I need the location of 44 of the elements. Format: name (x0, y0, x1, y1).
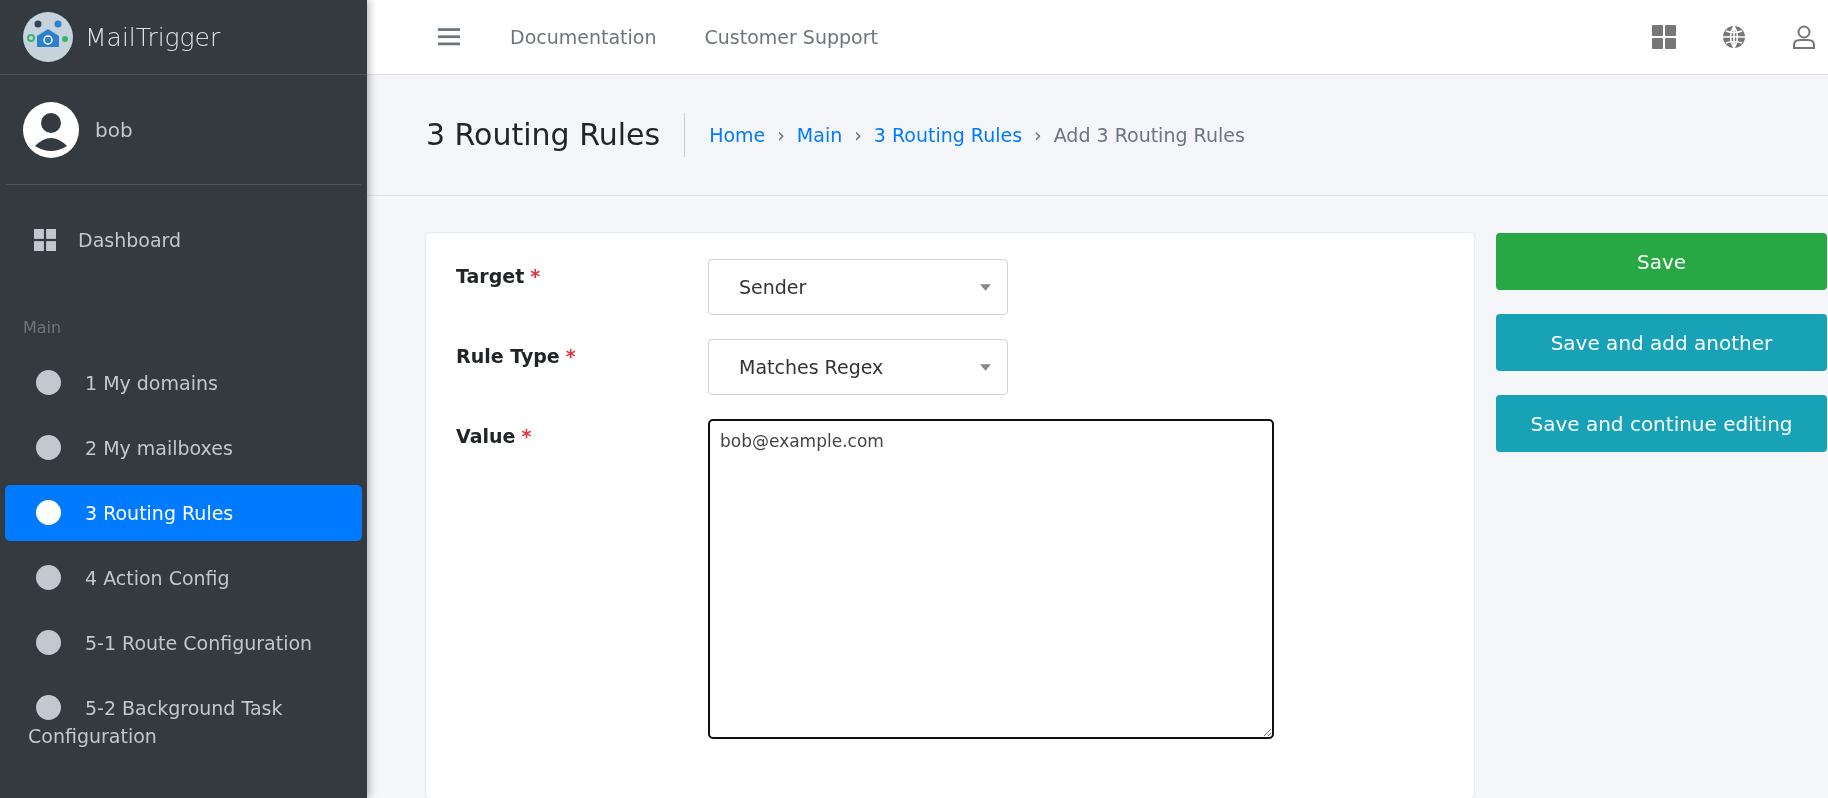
text-area[interactable]: bob@example.com (708, 419, 1274, 739)
nav-link[interactable]: Customer Support (704, 26, 878, 48)
circle-icon (36, 370, 61, 395)
user-icon[interactable] (1792, 25, 1816, 49)
circle-icon (36, 630, 61, 655)
field-label: Target (456, 265, 525, 287)
circle-icon (36, 695, 61, 720)
dashboard-link[interactable]: Dashboard (0, 212, 367, 268)
circle-icon (36, 435, 61, 460)
required-marker: * (530, 265, 541, 287)
select-field[interactable]: Matches Regex (708, 339, 1008, 395)
nav-link[interactable]: Documentation (510, 26, 657, 48)
field-label: Value (456, 425, 516, 447)
breadcrumb-separator: › (854, 124, 862, 146)
sidebar-item[interactable]: 5-1 Route Configuration (5, 615, 362, 671)
grid-icon[interactable] (1652, 25, 1676, 49)
breadcrumb-separator: › (1034, 124, 1042, 146)
page-title: 3 Routing Rules (426, 113, 686, 157)
circle-icon (36, 500, 61, 525)
select-field[interactable]: Sender (708, 259, 1008, 315)
user-avatar-icon (23, 101, 79, 158)
menu-icon[interactable] (438, 28, 460, 46)
sidebar-section-heading: Main (22, 318, 63, 339)
sidebar-item[interactable]: 4 Action Config (5, 550, 362, 606)
brand-name[interactable]: MailTrigger (85, 22, 221, 52)
sidebar-item[interactable]: 3 Routing Rules (5, 485, 362, 541)
required-marker: * (565, 345, 576, 367)
required-marker: * (521, 425, 532, 447)
globe-icon[interactable] (1722, 25, 1746, 49)
logo-icon (23, 12, 73, 62)
breadcrumb-separator: › (777, 124, 785, 146)
breadcrumb-current: Add 3 Routing Rules (1053, 124, 1245, 146)
sidebar-item[interactable]: 5-2 Background Task Configuration (5, 680, 362, 764)
caret-icon (980, 363, 991, 371)
sidebar-item[interactable]: 2 My mailboxes (5, 420, 362, 476)
breadcrumb-link[interactable]: Home (709, 124, 766, 146)
field-label: Rule Type (456, 345, 560, 367)
breadcrumb-link[interactable]: Main (796, 124, 843, 146)
sidebar-item[interactable]: 1 My domains (5, 355, 362, 411)
dashboard-icon (34, 229, 56, 251)
circle-icon (36, 565, 61, 590)
user-name[interactable]: bob (95, 117, 133, 142)
breadcrumb-link[interactable]: 3 Routing Rules (873, 124, 1023, 146)
caret-icon (980, 283, 991, 291)
